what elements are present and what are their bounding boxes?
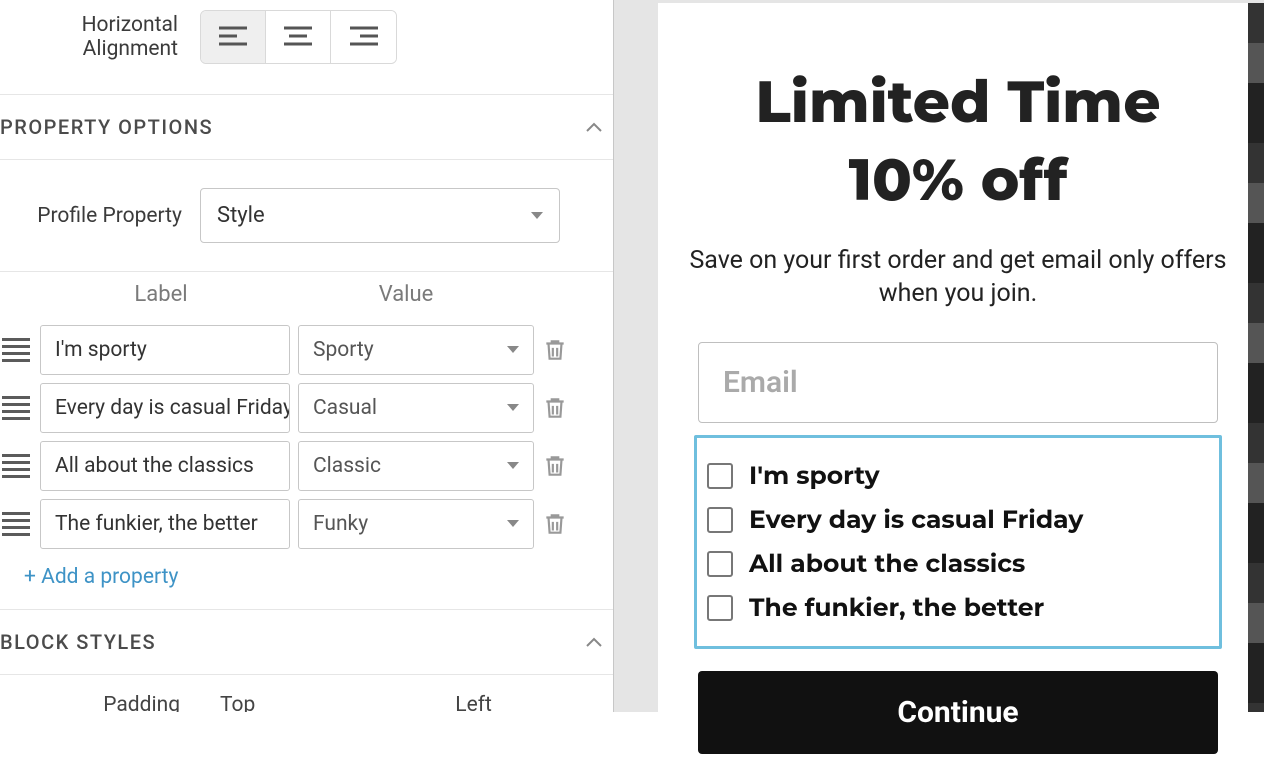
property-value-select[interactable]: Classic [298, 441, 534, 491]
property-value-select[interactable]: Funky [298, 499, 534, 549]
section-block-styles[interactable]: BLOCK STYLES [0, 609, 613, 675]
section-title: PROPERTY OPTIONS [0, 115, 213, 139]
padding-left-label: Left [455, 693, 492, 712]
property-row: I'm sportySporty [0, 321, 613, 379]
property-row: All about the classicsClassic [0, 437, 613, 495]
trash-icon[interactable] [542, 337, 568, 363]
profile-property-label: Profile Property [0, 204, 200, 228]
popup-subtext: Save on your first order and get email o… [688, 244, 1228, 310]
continue-button[interactable]: Continue [698, 671, 1218, 754]
trash-icon[interactable] [542, 453, 568, 479]
checkbox-icon[interactable] [707, 551, 733, 577]
property-row: The funkier, the betterFunky [0, 495, 613, 553]
property-value-select[interactable]: Sporty [298, 325, 534, 375]
profile-property-select[interactable]: Style [200, 188, 560, 243]
padding-top-label: Top [220, 693, 255, 712]
align-button-group [200, 10, 397, 64]
trash-icon[interactable] [542, 395, 568, 421]
col-value: Value [286, 282, 526, 307]
align-center-button[interactable] [266, 11, 331, 63]
signup-popup: Limited Time 10% off Save on your first … [658, 3, 1258, 784]
col-label: Label [36, 282, 286, 307]
checkbox-option[interactable]: I'm sporty [707, 454, 1209, 498]
checkbox-icon[interactable] [707, 463, 733, 489]
drag-handle-icon[interactable] [0, 338, 32, 362]
preview-panel: Limited Time 10% off Save on your first … [614, 0, 1264, 712]
checkbox-icon[interactable] [707, 507, 733, 533]
drag-handle-icon[interactable] [0, 396, 32, 420]
drag-handle-icon[interactable] [0, 454, 32, 478]
property-label-input[interactable]: Every day is casual Friday [40, 383, 290, 433]
property-row: Every day is casual FridayCasual [0, 379, 613, 437]
checkbox-label: Every day is casual Friday [749, 505, 1083, 535]
checkbox-label: All about the classics [749, 549, 1025, 579]
email-input[interactable]: Email [698, 342, 1218, 423]
checkbox-label: I'm sporty [749, 461, 880, 491]
image-strip [1248, 3, 1264, 712]
editor-sidebar: Horizontal Alignment PROPERTY OPTIONS Pr… [0, 0, 614, 712]
property-label-input[interactable]: The funkier, the better [40, 499, 290, 549]
align-left-button[interactable] [201, 11, 266, 63]
dropdown-caret-icon [531, 212, 543, 220]
align-right-button[interactable] [331, 11, 396, 63]
popup-headline: Limited Time 10% off [688, 63, 1228, 220]
chevron-up-icon [585, 121, 603, 133]
property-label-input[interactable]: All about the classics [40, 441, 290, 491]
property-value-select[interactable]: Casual [298, 383, 534, 433]
property-table-header: Label Value [0, 271, 613, 321]
chevron-up-icon [585, 636, 603, 648]
checkbox-option[interactable]: The funkier, the better [707, 586, 1209, 630]
h-align-label: Horizontal Alignment [0, 13, 200, 61]
checkbox-option[interactable]: All about the classics [707, 542, 1209, 586]
add-property-link[interactable]: + Add a property [0, 553, 613, 609]
checkbox-group: I'm sporty Every day is casual Friday All … [694, 435, 1222, 649]
checkbox-option[interactable]: Every day is casual Friday [707, 498, 1209, 542]
padding-label: Padding [0, 693, 180, 712]
padding-row: Padding Top Left [0, 675, 613, 712]
drag-handle-icon[interactable] [0, 512, 32, 536]
checkbox-label: The funkier, the better [749, 593, 1044, 623]
trash-icon[interactable] [542, 511, 568, 537]
checkbox-icon[interactable] [707, 595, 733, 621]
section-property-options[interactable]: PROPERTY OPTIONS [0, 94, 613, 160]
section-title: BLOCK STYLES [0, 630, 156, 654]
property-label-input[interactable]: I'm sporty [40, 325, 290, 375]
